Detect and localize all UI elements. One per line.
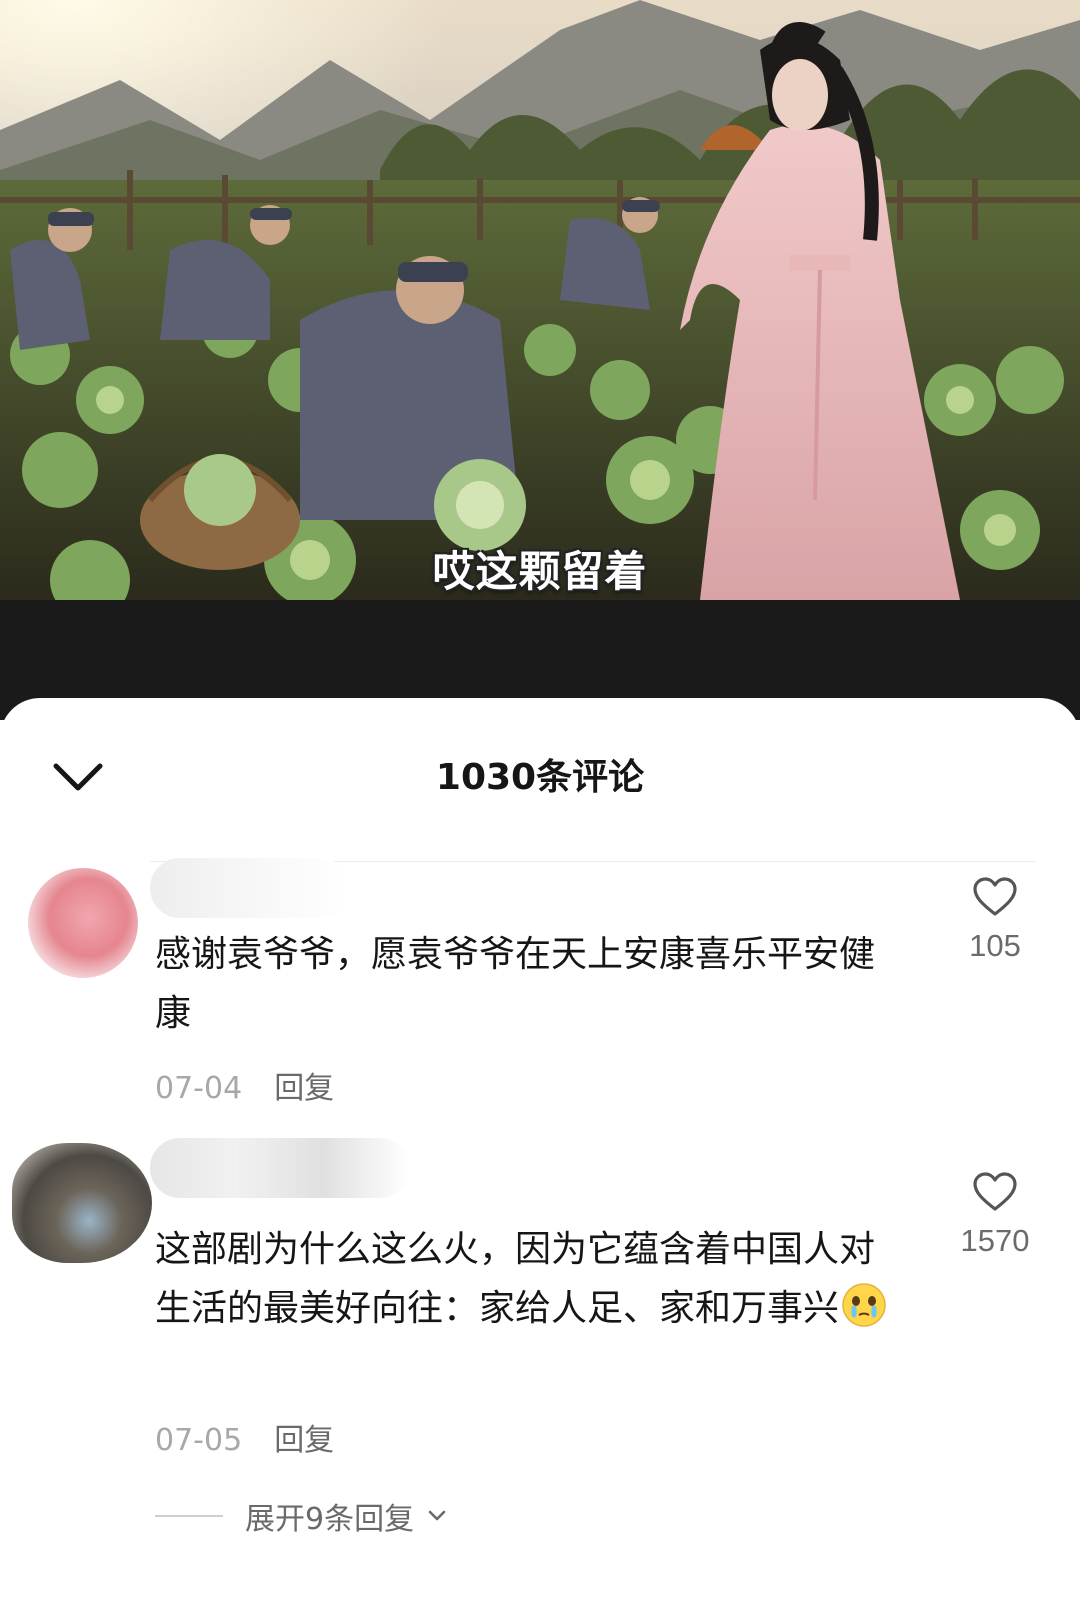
- comment-item: 这部剧为什么这么火，因为它蕴含着中国人对生活的最美好向往：家给人足、家和万事兴 …: [0, 1123, 1080, 1483]
- username-blurred[interactable]: [150, 858, 350, 918]
- reply-button[interactable]: 回复: [274, 1071, 334, 1106]
- comments-count-title: 1030条评论: [435, 757, 645, 798]
- video-frame[interactable]: 哎这颗留着: [0, 0, 1080, 600]
- expand-divider-line: [155, 1515, 223, 1517]
- video-scene-image: [0, 0, 1080, 600]
- like-count: 1570: [960, 1223, 1030, 1258]
- like-count: 105: [969, 928, 1021, 963]
- comments-sheet: 1030条评论 感谢袁爷爷，愿袁爷爷在天上安康喜乐平安健康 07-04 回复 10…: [0, 698, 1080, 1607]
- comment-date: 07-04: [155, 1071, 243, 1106]
- chevron-down-small-icon: [428, 1510, 446, 1521]
- comment-date: 07-05: [155, 1423, 243, 1458]
- heart-icon: [973, 877, 1017, 916]
- like-button[interactable]: 1570: [940, 1171, 1050, 1259]
- expand-replies-button[interactable]: 展开9条回复: [155, 1494, 450, 1538]
- comment-meta: 07-05 回复: [155, 1415, 334, 1459]
- username-blurred[interactable]: [150, 1138, 410, 1198]
- heart-icon: [973, 1172, 1017, 1211]
- expand-replies-label: 展开9条回复: [245, 1502, 415, 1537]
- avatar[interactable]: [28, 868, 138, 978]
- reply-button[interactable]: 回复: [274, 1423, 334, 1458]
- comment-text-content: 这部剧为什么这么火，因为它蕴含着中国人对生活的最美好向往：家给人足、家和万事兴: [155, 1229, 876, 1329]
- comment-meta: 07-04 回复: [155, 1063, 334, 1107]
- crying-face-emoji-icon: [842, 1283, 886, 1327]
- comment-item: 感谢袁爷爷，愿袁爷爷在天上安康喜乐平安健康 07-04 回复 105: [0, 828, 1080, 1138]
- comment-text: 感谢袁爷爷，愿袁爷爷在天上安康喜乐平安健康: [155, 934, 876, 1034]
- comment-text: 这部剧为什么这么火，因为它蕴含着中国人对生活的最美好向往：家给人足、家和万事兴: [155, 1220, 895, 1338]
- video-subtitle: 哎这颗留着: [432, 547, 648, 596]
- like-button[interactable]: 105: [940, 876, 1050, 964]
- avatar[interactable]: [12, 1143, 152, 1263]
